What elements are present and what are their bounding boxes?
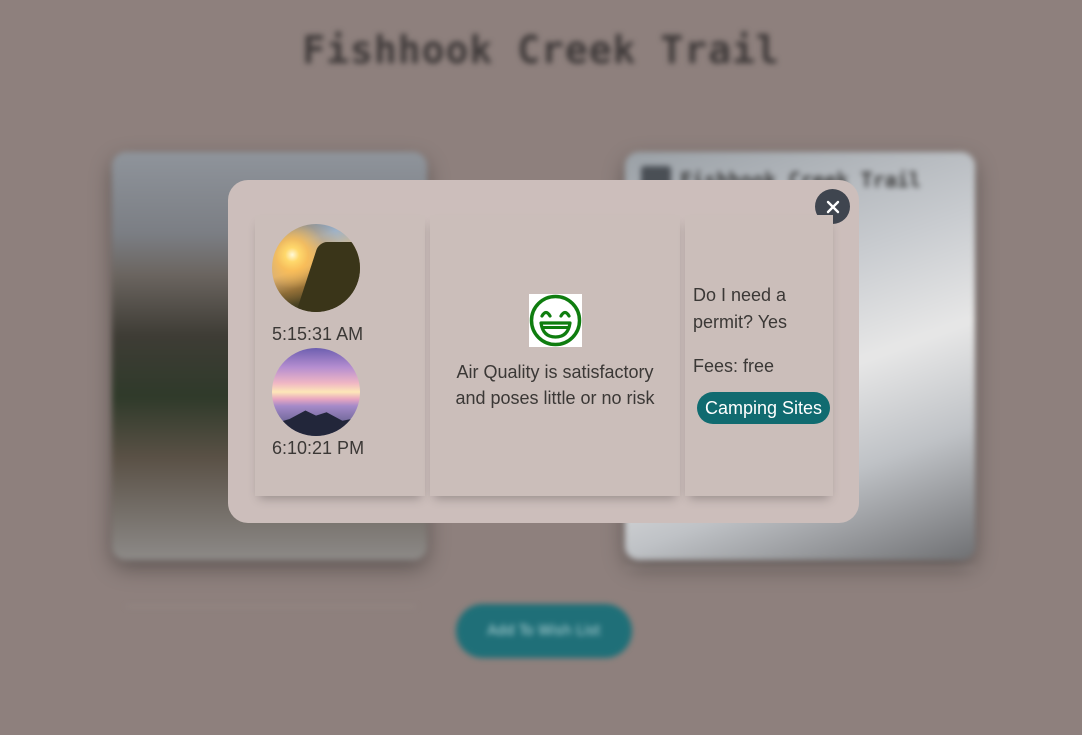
trail-details-modal: 5:15:31 AM 6:10:21 PM Air Quality is sat…	[228, 180, 859, 523]
fees-text: Fees: free	[693, 356, 775, 376]
grinning-face-icon	[529, 294, 582, 347]
camping-sites-button[interactable]: Camping Sites	[697, 392, 831, 424]
permit-text: Do I need a permit? Yes	[693, 285, 788, 332]
page-title: Fishhook Creek Trail	[302, 28, 780, 72]
divider	[126, 606, 416, 607]
sunset-time: 6:10:21 PM	[272, 438, 365, 458]
trail-info-panel: Do I need a permit? Yes Fees: free Campi…	[685, 215, 833, 496]
air-quality-panel: Air Quality is satisfactory and poses li…	[430, 215, 680, 496]
air-quality-text: Air Quality is satisfactory and poses li…	[455, 362, 655, 408]
sun-times-panel: 5:15:31 AM 6:10:21 PM	[255, 215, 425, 496]
add-to-wish-list-button: Add To Wish List	[456, 604, 632, 658]
sunrise-time: 5:15:31 AM	[272, 324, 364, 344]
close-icon	[826, 200, 839, 213]
sunset-image	[272, 348, 360, 436]
sunrise-image	[272, 224, 360, 312]
divider	[625, 567, 975, 568]
